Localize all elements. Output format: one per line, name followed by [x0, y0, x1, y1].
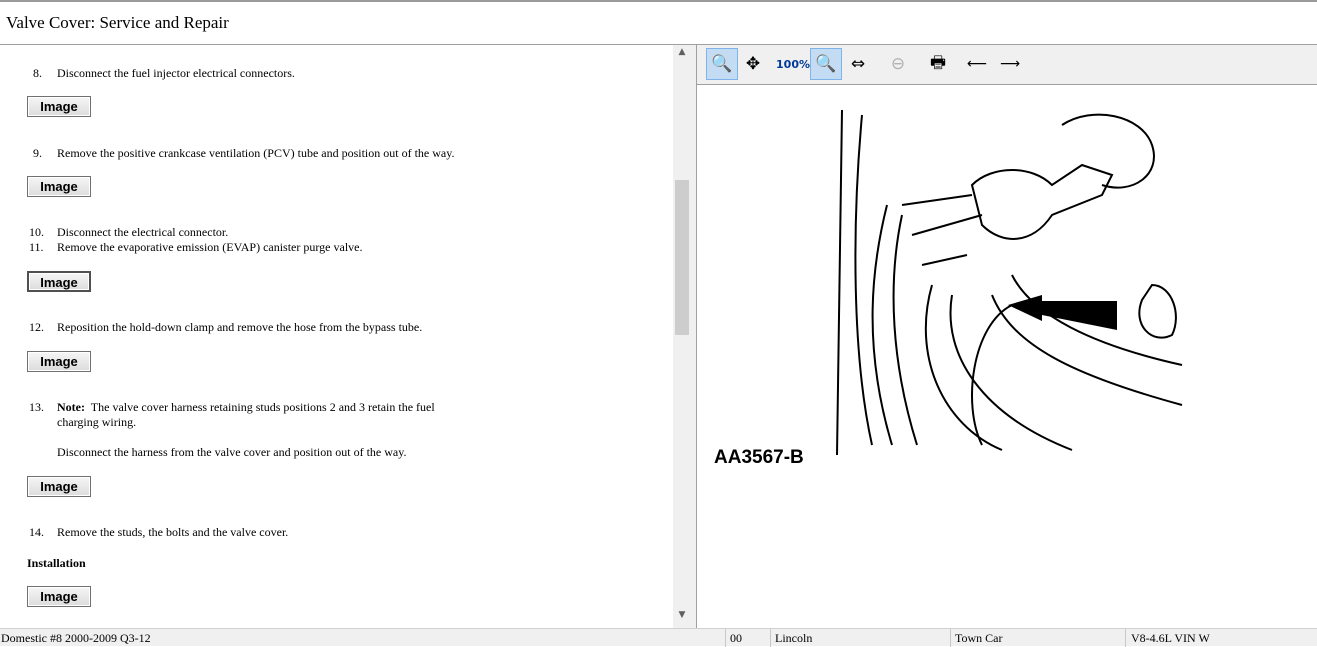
step-text: charging wiring.	[57, 415, 137, 429]
step-8: 8. Disconnect the fuel injector electrica…	[33, 66, 295, 81]
valve-cover-diagram	[836, 109, 1183, 456]
procedure-pane: 8. Disconnect the fuel injector electrica…	[0, 45, 673, 628]
image-button[interactable]: Image	[27, 271, 91, 292]
step-number: 9.	[33, 146, 42, 160]
previous-image-icon[interactable]: ⟵	[961, 48, 993, 80]
step-text: Remove the studs, the bolts and the valv…	[57, 525, 289, 539]
status-model: Town Car	[955, 631, 1003, 645]
page-title: Valve Cover: Service and Repair	[6, 13, 229, 32]
zoom-width-icon[interactable]: ⇔	[842, 48, 874, 80]
status-engine: V8-4.6L VIN W	[1131, 631, 1210, 645]
status-code: 00	[730, 631, 742, 645]
step-text: Reposition the hold-down clamp and remov…	[57, 320, 423, 334]
vertical-scrollbar[interactable]: ▲ ▼	[673, 45, 691, 628]
scroll-thumb[interactable]	[675, 180, 689, 335]
step-11: 11. Remove the evaporative emission (EVAP…	[29, 240, 362, 255]
zoom-out-icon[interactable]: ⊖	[882, 48, 914, 80]
scroll-down-icon[interactable]: ▼	[673, 610, 691, 626]
step-number: 12.	[29, 320, 44, 334]
step-number: 14.	[29, 525, 44, 539]
step-text: Remove the positive crankcase ventilatio…	[57, 146, 455, 160]
step-number: 10.	[29, 225, 44, 239]
step-number: 8.	[33, 66, 42, 80]
status-make: Lincoln	[775, 631, 813, 645]
step-text: Remove the evaporative emission (EVAP) c…	[57, 240, 363, 254]
step-9: 9. Remove the positive crankcase ventilat…	[33, 146, 454, 161]
print-icon[interactable]: 🖶	[922, 48, 954, 80]
step-14: 14. Remove the studs, the bolts and the v…	[29, 525, 288, 540]
pan-icon[interactable]: ✥	[737, 48, 769, 80]
image-button[interactable]: Image	[27, 176, 91, 197]
image-pane: 🔍 ✥ 100% 🔍 ⇔ ⊖ 🖶 ⟵ ⟶ AA3567-B	[697, 45, 1317, 628]
installation-heading: Installation	[27, 556, 86, 570]
step-10: 10. Disconnect the electrical connector.	[29, 225, 228, 240]
zoom-fit-icon[interactable]: 🔍	[810, 48, 842, 80]
image-toolbar: 🔍 ✥ 100% 🔍 ⇔ ⊖ 🖶 ⟵ ⟶	[697, 45, 1317, 85]
step-12: 12. Reposition the hold-down clamp and re…	[29, 320, 422, 335]
image-button[interactable]: Image	[27, 96, 91, 117]
scroll-up-icon[interactable]: ▲	[673, 47, 691, 63]
image-button[interactable]: Image	[27, 351, 91, 372]
diagram-label: AA3567-B	[714, 447, 804, 468]
title-bar: Valve Cover: Service and Repair	[0, 0, 1317, 45]
step-number: 13.	[29, 400, 44, 414]
step-text: Disconnect the fuel injector electrical …	[57, 66, 295, 80]
step-number: 11.	[29, 240, 44, 254]
image-button[interactable]: Image	[27, 586, 91, 607]
zoom-100-icon[interactable]: 100%	[776, 48, 810, 80]
step-text: The valve cover harness retaining studs …	[90, 400, 435, 414]
status-bar: Domestic #8 2000-2009 Q3-12 00 Lincoln T…	[0, 628, 1317, 647]
step-text: Disconnect the electrical connector.	[57, 225, 229, 239]
step-text: Disconnect the harness from the valve co…	[57, 445, 407, 459]
arrow-indicator	[1008, 295, 1117, 330]
image-button[interactable]: Image	[27, 476, 91, 497]
step-13: 13. Note: The valve cover harness retaini…	[29, 400, 435, 415]
status-database: Domestic #8 2000-2009 Q3-12	[1, 631, 151, 645]
next-image-icon[interactable]: ⟶	[994, 48, 1026, 80]
zoom-in-icon[interactable]: 🔍	[706, 48, 738, 80]
note-label: Note:	[57, 400, 85, 414]
